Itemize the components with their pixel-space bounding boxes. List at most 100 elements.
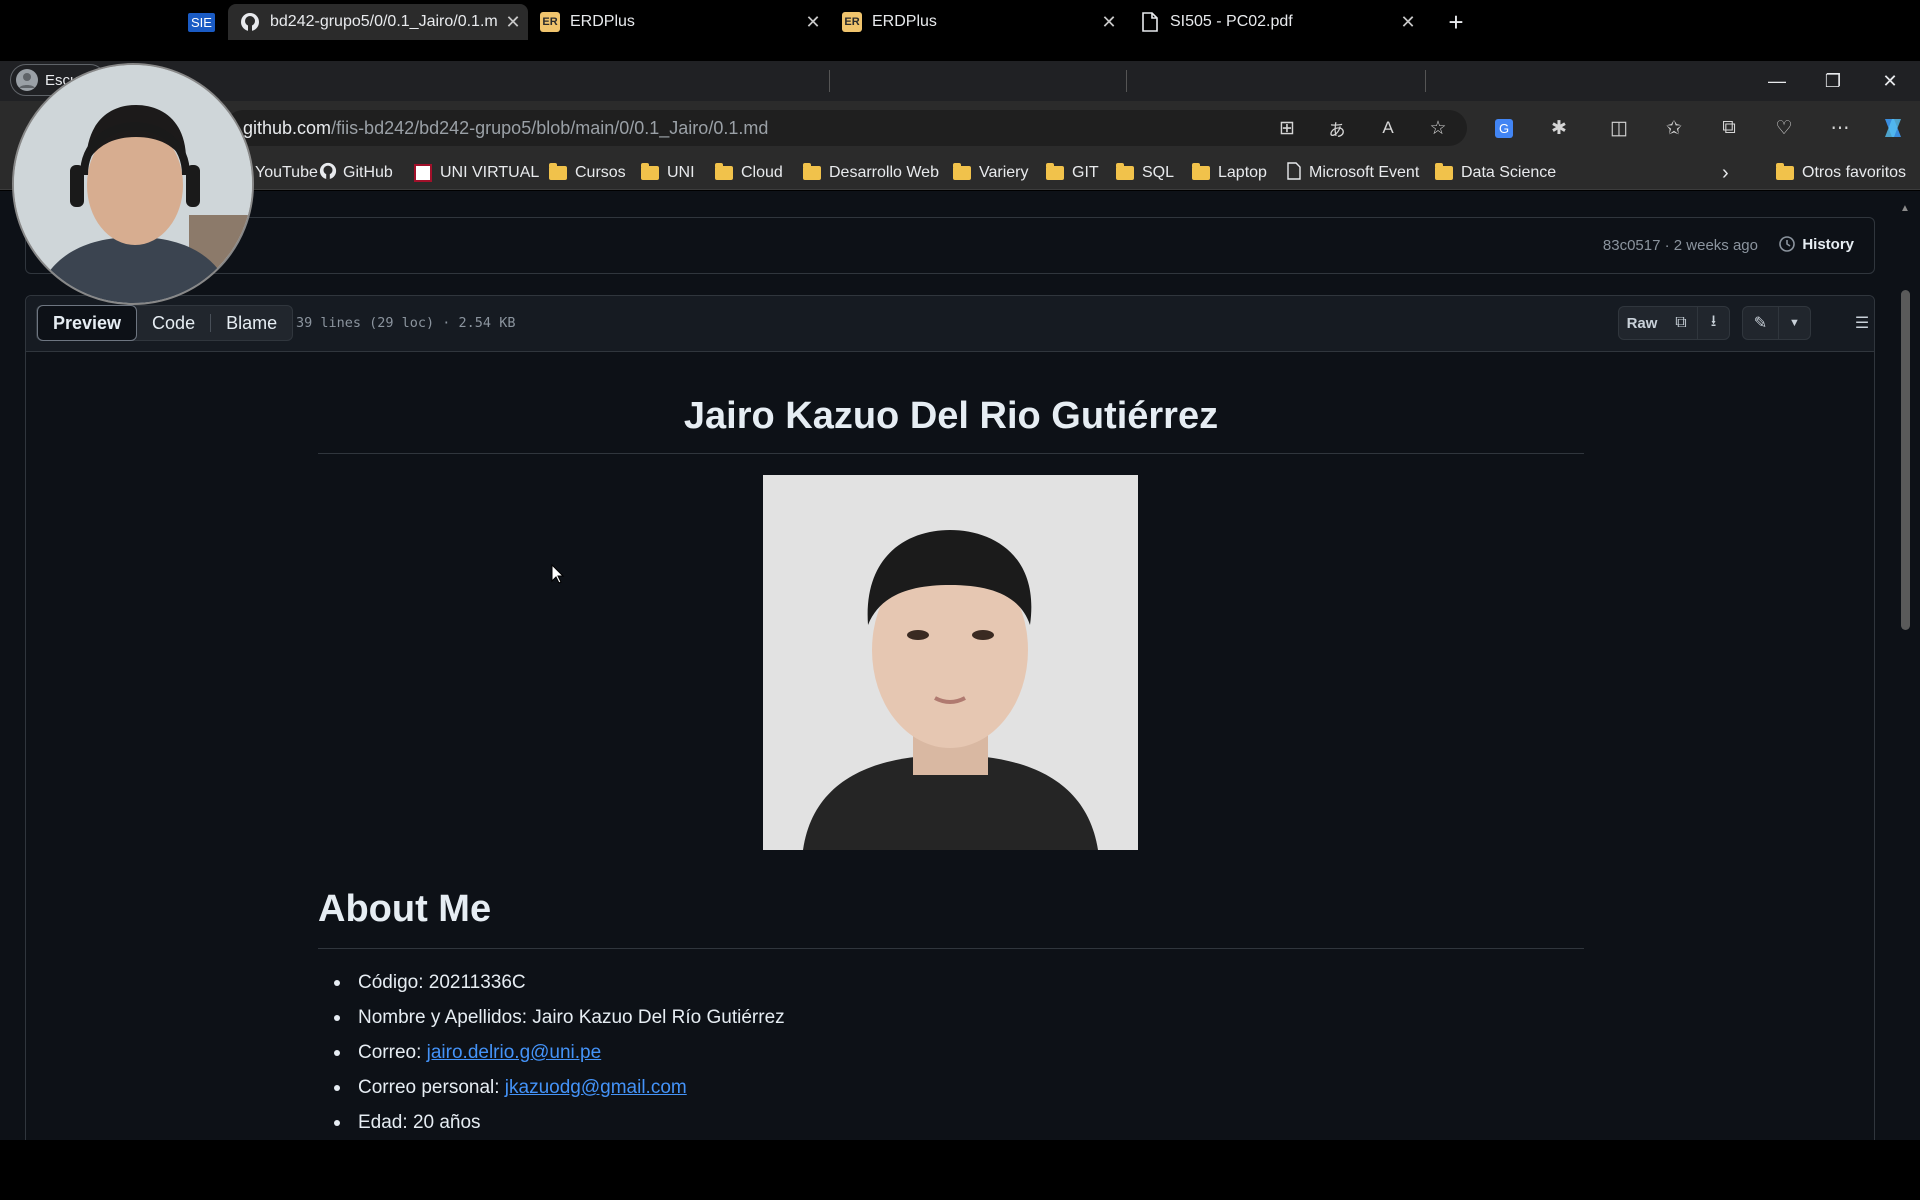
split-screen-icon[interactable]: ◫ [1603, 112, 1635, 144]
collections-icon[interactable]: ⧉ [1713, 112, 1745, 144]
history-button[interactable]: History [1778, 235, 1854, 253]
close-tab-icon[interactable]: ✕ [1094, 12, 1124, 33]
bookmark-label: UNI VIRTUAL [440, 164, 540, 181]
item-value: 20 años [412, 1112, 481, 1133]
about-list: Código: 20211336C Nombre y Apellidos: Ja… [318, 965, 785, 1140]
bookmark-github[interactable]: GitHub [319, 162, 393, 185]
bookmark-label: Cloud [741, 164, 783, 181]
bookmarks-overflow-chevron-icon[interactable]: › [1722, 162, 1729, 184]
google-translate-icon[interactable]: G [1488, 112, 1520, 144]
outline-button[interactable]: ☰ [1845, 306, 1879, 340]
youtube-label: YouTube [255, 164, 318, 181]
chevron-down-icon: ▼ [1789, 317, 1800, 329]
bookmark-label: Laptop [1218, 164, 1267, 181]
extensions-icon[interactable]: ✱ [1543, 112, 1575, 144]
bookmark-microsoft-event[interactable]: Microsoft Event [1287, 161, 1419, 185]
list-item: Correo: jairo.delrio.g@uni.pe [318, 1035, 785, 1070]
tab-title: SI505 - PC02.pdf [1170, 13, 1293, 30]
copilot-icon[interactable] [1877, 112, 1909, 144]
section-rule [318, 948, 1584, 949]
tab-separator [1126, 70, 1127, 92]
close-window-button[interactable]: ✕ [1862, 62, 1918, 100]
tab-code[interactable]: Code [137, 306, 210, 340]
folder-icon [1046, 163, 1064, 180]
sie-icon: SIE [188, 12, 215, 32]
email-link[interactable]: jairo.delrio.g@uni.pe [427, 1042, 602, 1063]
read-aloud-icon[interactable]: A [1372, 112, 1404, 144]
bookmark-label: UNI [667, 164, 695, 181]
bookmark-folder-git[interactable]: GIT [1046, 163, 1099, 183]
file-info: 39 lines (29 loc) · 2.54 KB [296, 315, 516, 331]
tab-blame[interactable]: Blame [211, 306, 292, 340]
erdplus-icon: ER [842, 12, 862, 32]
tab-preview[interactable]: Preview [37, 305, 138, 341]
restore-button[interactable]: ❐ [1805, 62, 1861, 100]
screen-bottom-band [0, 1140, 1920, 1200]
plus-icon: + [1448, 6, 1464, 37]
close-tab-icon[interactable]: ✕ [1393, 12, 1423, 33]
github-icon [240, 12, 260, 32]
bookmark-label: Cursos [575, 164, 626, 181]
edit-file-button[interactable]: ✎ [1742, 306, 1779, 340]
bookmark-youtube[interactable]: YouTube [255, 163, 318, 183]
bookmark-other-favorites[interactable]: Otros favoritos [1776, 163, 1906, 183]
bookmark-label: SQL [1142, 164, 1175, 181]
bookmark-label: Variery [979, 164, 1029, 181]
commit-meta[interactable]: 83c0517 · 2 weeks ago [1603, 237, 1758, 254]
profile-photo [763, 475, 1138, 850]
browser-essentials-icon[interactable]: ♡ [1768, 112, 1800, 144]
tab-github-file[interactable]: bd242-grupo5/0/0.1_Jairo/0.1.md ✕ [228, 4, 528, 40]
bookmark-folder-cloud[interactable]: Cloud [715, 163, 783, 183]
bookmark-folder-variery[interactable]: Variery [953, 163, 1029, 183]
bookmark-label: Data Science [1461, 164, 1557, 181]
history-clock-icon [1779, 236, 1796, 252]
tab-erdplus-1[interactable]: ER ERDPlus ✕ [528, 4, 828, 40]
bookmark-folder-data-science[interactable]: Data Science [1435, 163, 1556, 183]
copy-raw-button[interactable]: ⧉ [1665, 306, 1698, 340]
folder-icon [953, 163, 971, 180]
download-icon: ⭳ [1710, 312, 1717, 330]
bookmark-label: GIT [1072, 164, 1099, 181]
folder-icon [1116, 163, 1134, 180]
webcam-overlay [12, 63, 254, 305]
minimize-button[interactable]: — [1749, 62, 1805, 100]
pencil-icon: ✎ [1753, 315, 1768, 332]
raw-button[interactable]: Raw [1618, 306, 1666, 340]
section-heading: About Me [318, 888, 492, 930]
folder-icon [641, 163, 659, 180]
bookmark-folder-desarrollo-web[interactable]: Desarrollo Web [803, 163, 939, 183]
close-tab-icon[interactable]: ✕ [498, 12, 528, 33]
favorites-icon[interactable]: ✩ [1658, 112, 1690, 144]
bookmark-uni-virtual[interactable]: UNI VIRTUAL [414, 163, 539, 183]
github-icon [319, 162, 337, 185]
scrollbar-thumb[interactable] [1901, 290, 1910, 630]
page-title: Jairo Kazuo Del Rio Gutiérrez [683, 395, 1219, 437]
bookmark-folder-cursos[interactable]: Cursos [549, 163, 626, 183]
more-menu-icon[interactable]: ⋯ [1824, 112, 1856, 144]
history-label: History [1802, 235, 1854, 253]
address-host: github.com [243, 118, 332, 138]
download-raw-button[interactable]: ⭳ [1697, 306, 1730, 340]
page-icon [1287, 161, 1301, 185]
new-tab-button[interactable]: + [1436, 4, 1476, 40]
bookmark-folder-sql[interactable]: SQL [1116, 163, 1174, 183]
tab-erdplus-2[interactable]: ER ERDPlus ✕ [830, 4, 1124, 40]
bookmark-folder-laptop[interactable]: Laptop [1192, 163, 1267, 183]
address-path: /fiis-bd242/bd242-grupo5/blob/main/0/0.1… [331, 118, 769, 138]
edit-options-dropdown[interactable]: ▼ [1778, 306, 1811, 340]
folder-icon [715, 163, 733, 180]
favorite-star-icon[interactable]: ☆ [1422, 112, 1454, 144]
view-switcher: Preview Code Blame [36, 305, 294, 341]
bookmark-folder-uni[interactable]: UNI [641, 163, 695, 183]
app-available-icon[interactable]: ⊞ [1271, 112, 1303, 144]
folder-icon [1776, 163, 1794, 180]
scroll-up-icon[interactable]: ▲ [1900, 203, 1910, 214]
bookmark-label: Otros favoritos [1802, 164, 1907, 181]
personal-email-link[interactable]: jkazuodg@gmail.com [505, 1077, 687, 1098]
folder-icon [549, 163, 567, 180]
tab-sie[interactable]: SIE [188, 4, 224, 40]
bookmark-label: GitHub [343, 164, 393, 181]
close-tab-icon[interactable]: ✕ [798, 12, 828, 33]
translate-icon[interactable]: あ [1321, 112, 1353, 144]
tab-pdf[interactable]: SI505 - PC02.pdf ✕ [1128, 4, 1423, 40]
